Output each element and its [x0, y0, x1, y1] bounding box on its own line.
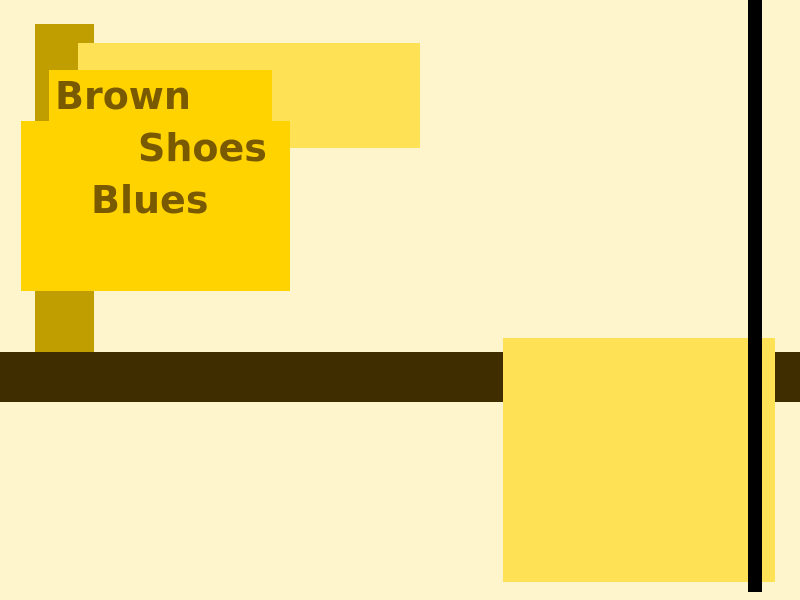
black-vertical-line [748, 0, 762, 592]
title-word-brown: Brown [55, 74, 191, 118]
title-word-shoes: Shoes [138, 126, 267, 170]
light-yellow-bottom-right-square [503, 338, 775, 582]
artwork-canvas: Brown Shoes Blues [0, 0, 800, 600]
title-word-blues: Blues [91, 178, 209, 222]
